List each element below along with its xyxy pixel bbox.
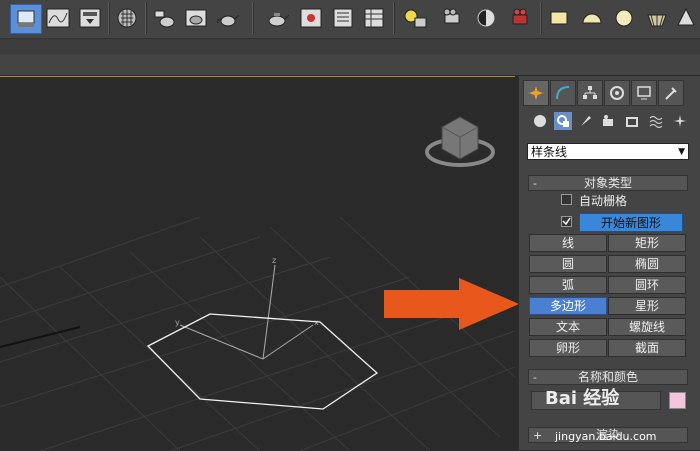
main-toolbar: [0, 0, 700, 39]
shape-button[interactable]: 椭圆: [608, 255, 686, 273]
toolbar-separator: [252, 2, 254, 34]
cameras-icon[interactable]: [599, 112, 617, 130]
object-color-swatch[interactable]: [669, 392, 686, 409]
rollout-title: 对象类型: [583, 176, 632, 190]
helpers-icon[interactable]: [623, 112, 641, 130]
name-color-rollout-header[interactable]: - 名称和颜色: [528, 369, 688, 385]
geometry-icon[interactable]: [531, 112, 549, 130]
sphere-icon[interactable]: [611, 4, 637, 32]
toolbar-separator: [108, 2, 110, 34]
material-editor-icon[interactable]: [113, 4, 141, 32]
teapot-render-icon[interactable]: [182, 4, 210, 32]
x-axis-line: [262, 324, 314, 360]
render-setup-icon[interactable]: [76, 4, 104, 32]
teapot-icon[interactable]: [214, 4, 242, 32]
category-dropdown[interactable]: 样条线 ▼: [527, 143, 689, 160]
dropdown-value: 样条线: [531, 145, 568, 159]
hierarchy-tab[interactable]: [577, 80, 603, 106]
shape-button[interactable]: 星形: [608, 297, 686, 315]
render-window-icon[interactable]: [330, 4, 356, 32]
environment-icon[interactable]: [297, 4, 325, 32]
modify-tab[interactable]: [550, 80, 576, 106]
expand-icon: +: [533, 429, 543, 442]
curve-editor-icon[interactable]: [44, 4, 72, 32]
toolbar-separator: [393, 2, 395, 34]
box-icon[interactable]: [546, 4, 572, 32]
annotation-arrow: [384, 278, 519, 330]
ribbon-bar: [0, 55, 700, 76]
camera-icon[interactable]: [437, 4, 465, 32]
cone-icon[interactable]: [674, 4, 698, 32]
basket-icon[interactable]: [643, 4, 671, 32]
quick-render-icon[interactable]: [262, 4, 292, 32]
systems-icon[interactable]: [671, 112, 689, 130]
object-type-rollout-header[interactable]: - 对象类型: [528, 175, 688, 191]
start-new-shape-checkbox[interactable]: [561, 216, 572, 227]
polygon-shape: [146, 313, 379, 410]
axis-z-label: z: [272, 256, 276, 265]
grid: [0, 216, 515, 451]
auto-grid-checkbox[interactable]: [561, 194, 572, 205]
dome-icon[interactable]: [578, 4, 606, 32]
ribbon-strip: [0, 39, 700, 55]
watermark-url: jingyan.baidu.com: [555, 430, 657, 443]
rollout-title: 名称和颜色: [577, 370, 638, 384]
watermark-logo: Bai 经验: [545, 388, 620, 409]
shape-button[interactable]: 文本: [529, 318, 607, 336]
viewport-canvas: z x y: [0, 116, 515, 451]
start-new-shape-button[interactable]: 开始新图形: [579, 213, 683, 232]
shape-button[interactable]: 矩形: [608, 234, 686, 252]
shape-button[interactable]: 截面: [608, 339, 686, 357]
schematic-icon[interactable]: [361, 4, 387, 32]
perspective-viewport[interactable]: z x y: [0, 76, 515, 451]
viewcube-icon: [425, 116, 495, 167]
shape-button[interactable]: 线: [529, 234, 607, 252]
lights-icon[interactable]: [577, 112, 595, 130]
spacewarps-icon[interactable]: [647, 112, 665, 130]
display-tab[interactable]: [631, 80, 657, 106]
render-frame-icon[interactable]: [150, 4, 178, 32]
shape-button[interactable]: 圆: [529, 255, 607, 273]
auto-grid-label: 自动栅格: [579, 194, 628, 208]
select-object-icon[interactable]: [10, 4, 42, 34]
film-camera-icon[interactable]: [507, 4, 535, 32]
shape-button[interactable]: 卵形: [529, 339, 607, 357]
y-axis-line: [179, 324, 264, 360]
collapse-icon: -: [533, 371, 537, 384]
toolbar-separator: [540, 2, 542, 34]
shape-button[interactable]: 螺旋线: [608, 318, 686, 336]
shape-button[interactable]: 圆环: [608, 276, 686, 294]
utilities-tab[interactable]: [658, 80, 684, 106]
shapes-icon[interactable]: [554, 112, 572, 130]
axis-y-label: y: [175, 318, 180, 327]
toolbar-separator: [145, 2, 147, 34]
shape-button[interactable]: 弧: [529, 276, 607, 294]
half-sphere-icon[interactable]: [472, 4, 500, 32]
create-tab[interactable]: [523, 80, 549, 106]
shape-button[interactable]: 多边形: [529, 297, 607, 315]
light-list-icon[interactable]: [400, 4, 430, 32]
grid-main-axis: [0, 326, 81, 348]
z-axis-line: [262, 264, 276, 360]
chevron-down-icon: ▼: [678, 147, 685, 157]
motion-tab[interactable]: [604, 80, 630, 106]
collapse-icon: -: [533, 177, 537, 190]
